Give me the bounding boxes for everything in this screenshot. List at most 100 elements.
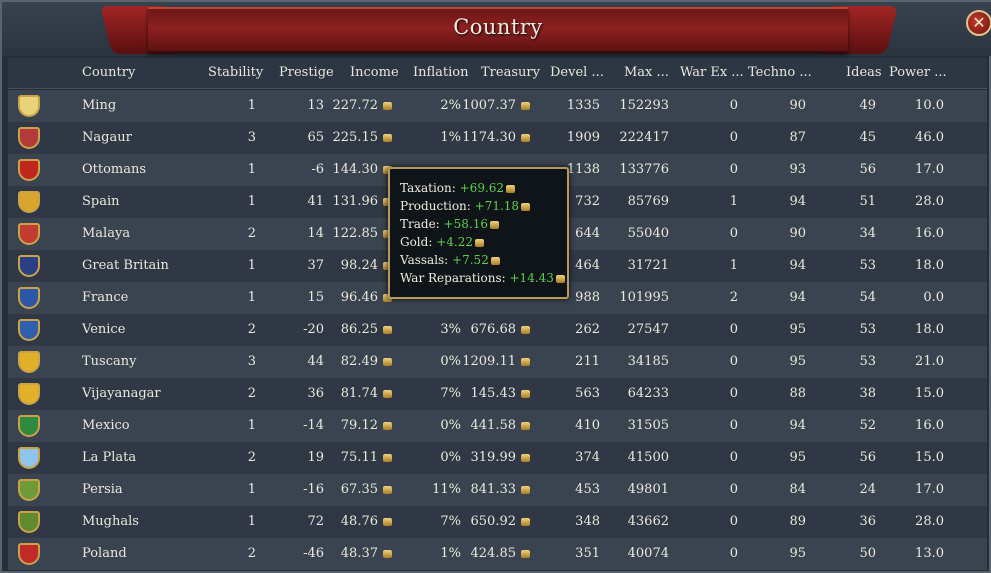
cell-max-manpower: 64233 xyxy=(627,386,669,401)
country-flag-icon[interactable] xyxy=(18,447,40,469)
cell-country: Ottomans xyxy=(82,162,147,177)
cell-country: Vijayanagar xyxy=(82,386,161,401)
table-row[interactable]: Persia 1 -16 67.35 11% 841.33 453 49801 0 84 24 17.… xyxy=(8,474,987,506)
ducats-icon xyxy=(521,134,530,142)
cell-prestige: 15 xyxy=(307,290,324,305)
col-header-ideas[interactable]: Ideas xyxy=(846,65,882,80)
table-row[interactable]: Nagaur 3 65 225.15 1% 1174.30 1909 222417 0 87 45 4… xyxy=(8,122,987,154)
window-title: Country xyxy=(453,15,543,39)
country-flag-icon[interactable] xyxy=(18,95,40,117)
cell-max-manpower: 31505 xyxy=(627,418,669,433)
col-header-prestige[interactable]: Prestige xyxy=(279,65,334,80)
cell-max-manpower: 40074 xyxy=(627,546,669,561)
col-header-treasury[interactable]: Treasury xyxy=(481,65,540,80)
cell-ideas: 53 xyxy=(859,322,876,337)
cell-ideas: 54 xyxy=(859,290,876,305)
cell-war-exhaustion: 0 xyxy=(729,226,738,241)
country-flag-icon[interactable] xyxy=(18,287,40,309)
ducats-icon xyxy=(521,454,530,462)
cell-max-manpower: 34185 xyxy=(627,354,669,369)
tooltip-label: War Reparations: xyxy=(400,271,506,285)
cell-technology: 87 xyxy=(789,130,806,145)
cell-technology: 90 xyxy=(789,98,806,113)
table-row[interactable]: Vijayanagar 2 36 81.74 7% 145.43 563 64233 0 88 38… xyxy=(8,378,987,410)
cell-country: Mughals xyxy=(82,514,139,529)
col-header-development[interactable]: Devel ... xyxy=(550,65,604,80)
tooltip-value: +7.52 xyxy=(448,253,489,267)
cell-income: 48.76 xyxy=(340,514,378,529)
col-header-technology[interactable]: Techno ... xyxy=(748,65,812,80)
cell-stability: 1 xyxy=(247,514,256,529)
table-row[interactable]: Venice 2 -20 86.25 3% 676.68 262 27547 0 95 53 18.0 xyxy=(8,314,987,346)
cell-technology: 95 xyxy=(789,450,806,465)
cell-inflation: 7% xyxy=(440,386,461,401)
col-header-war-exhaustion[interactable]: War Ex ... xyxy=(680,65,744,80)
country-flag-icon[interactable] xyxy=(18,159,40,181)
col-header-income[interactable]: Income xyxy=(350,65,399,80)
cell-technology: 84 xyxy=(789,482,806,497)
table-row[interactable]: Mexico 1 -14 79.12 0% 441.58 410 31505 0 94 52 16.0 xyxy=(8,410,987,442)
cell-power: 21.0 xyxy=(915,354,944,369)
cell-power: 17.0 xyxy=(915,162,944,177)
cell-income: 96.46 xyxy=(340,290,378,305)
cell-treasury: 1174.30 xyxy=(462,130,516,145)
cell-prestige: -14 xyxy=(303,418,324,433)
cell-country: Persia xyxy=(82,482,123,497)
cell-power: 0.0 xyxy=(923,290,944,305)
cell-country: Venice xyxy=(82,322,126,337)
table-row[interactable]: La Plata 2 19 75.11 0% 319.99 374 41500 0 95 56 15.… xyxy=(8,442,987,474)
country-flag-icon[interactable] xyxy=(18,255,40,277)
cell-technology: 90 xyxy=(789,226,806,241)
cell-income: 144.30 xyxy=(332,162,379,177)
cell-treasury: 145.43 xyxy=(470,386,517,401)
cell-treasury: 1209.11 xyxy=(462,354,516,369)
tooltip-label: Production: xyxy=(400,199,471,213)
country-flag-icon[interactable] xyxy=(18,543,40,565)
cell-ideas: 45 xyxy=(859,130,876,145)
cell-treasury: 441.58 xyxy=(470,418,517,433)
table-row[interactable]: Ming 1 13 227.72 2% 1007.37 1335 152293 0 90 49 10.… xyxy=(8,90,987,122)
cell-stability: 1 xyxy=(247,418,256,433)
col-header-country[interactable]: Country xyxy=(82,65,135,80)
cell-max-manpower: 31721 xyxy=(627,258,669,273)
col-header-inflation[interactable]: Inflation xyxy=(413,65,469,80)
cell-prestige: 41 xyxy=(307,194,324,209)
cell-ideas: 24 xyxy=(859,482,876,497)
col-header-stability[interactable]: Stability xyxy=(208,65,263,80)
col-header-power[interactable]: Power ... xyxy=(889,65,947,80)
table-row[interactable]: Poland 2 -46 48.37 1% 424.85 351 40074 0 95 50 13.0 xyxy=(8,538,987,570)
tooltip-line: Gold: +4.22 xyxy=(400,235,484,249)
country-flag-icon[interactable] xyxy=(18,319,40,341)
cell-country: Poland xyxy=(82,546,127,561)
country-flag-icon[interactable] xyxy=(18,479,40,501)
country-flag-icon[interactable] xyxy=(18,511,40,533)
ducats-icon xyxy=(490,256,500,265)
cell-war-exhaustion: 0 xyxy=(729,98,738,113)
ducats-icon xyxy=(555,274,565,283)
country-flag-icon[interactable] xyxy=(18,415,40,437)
cell-prestige: 13 xyxy=(307,98,324,113)
cell-technology: 93 xyxy=(789,162,806,177)
ducats-icon xyxy=(521,390,530,398)
cell-war-exhaustion: 0 xyxy=(729,418,738,433)
cell-prestige: 44 xyxy=(307,354,324,369)
col-header-max-manpower[interactable]: Max ... xyxy=(624,65,669,80)
country-flag-icon[interactable] xyxy=(18,127,40,149)
cell-ideas: 38 xyxy=(859,386,876,401)
table-header: Country Stability Prestige Income Inflat… xyxy=(8,58,987,89)
cell-war-exhaustion: 0 xyxy=(729,514,738,529)
close-button[interactable]: ✕ xyxy=(966,10,991,36)
country-flag-icon[interactable] xyxy=(18,223,40,245)
ducats-icon xyxy=(383,454,392,462)
cell-country: Mexico xyxy=(82,418,130,433)
ducats-icon xyxy=(521,326,530,334)
table-row[interactable]: Mughals 1 72 48.76 7% 650.92 348 43662 0 89 36 28.0 xyxy=(8,506,987,538)
cell-inflation: 0% xyxy=(440,418,461,433)
cell-development: 464 xyxy=(575,258,600,273)
table-row[interactable]: Tuscany 3 44 82.49 0% 1209.11 211 34185 0 95 53 21.… xyxy=(8,346,987,378)
cell-prestige: 72 xyxy=(307,514,324,529)
tooltip-line: War Reparations: +14.43 xyxy=(400,271,565,285)
country-flag-icon[interactable] xyxy=(18,383,40,405)
country-flag-icon[interactable] xyxy=(18,351,40,373)
country-flag-icon[interactable] xyxy=(18,191,40,213)
